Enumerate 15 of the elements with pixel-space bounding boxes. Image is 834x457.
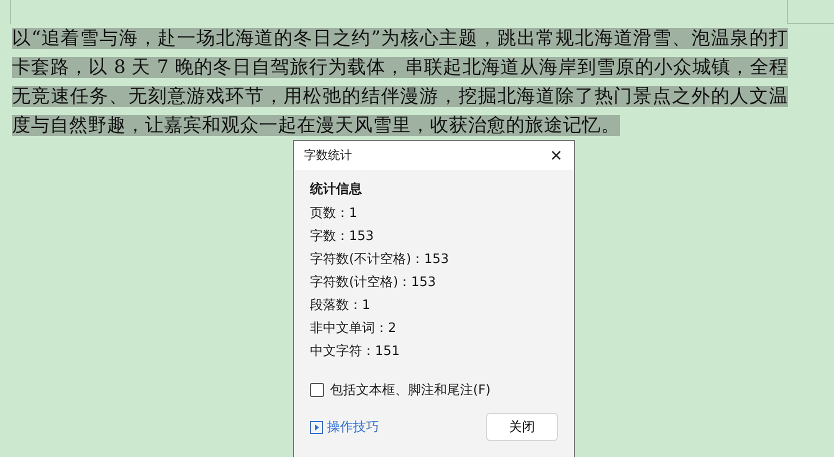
dialog-title: 字数统计	[304, 147, 352, 164]
statistic-text: 字符数(计空格)：153	[310, 274, 437, 292]
close-button[interactable]: 关闭	[486, 413, 558, 441]
paragraph: 以“追着雪与海，赴一场北海道的冬日之约”为核心主题，跳出常规北海道滑雪、泡温泉的打卡套路，以 8 天 7 晚的冬日自驾旅行为载体，串联起北海道从海岸到雪原的小众城镇，全程无竞速任务、无刻意游戏环节，用松弛的结伴漫游，挖掘北海道除了热门景点之外的人文温度与自然野趣，让嘉宾和观众一起在漫天风雪里，收获治愈的旅途记忆。	[12, 27, 788, 138]
checkbox[interactable]	[310, 383, 324, 397]
statistic-text: 段落数：1	[310, 297, 372, 315]
statistic-text: 字符数(不计空格)：153	[310, 251, 450, 269]
statistic-text: 中文字符：151	[310, 343, 401, 361]
checkbox-label[interactable]: 包括文本框、脚注和尾注(F)	[330, 381, 491, 399]
statistic-text: 字数：153	[310, 228, 375, 246]
play-icon	[310, 420, 323, 434]
statistic-text: 页数：1	[310, 205, 358, 223]
tips-link[interactable]: 操作技巧	[310, 418, 379, 436]
statistic-text: 非中文单词：2	[310, 320, 398, 338]
section-heading: 统计信息	[310, 180, 363, 198]
